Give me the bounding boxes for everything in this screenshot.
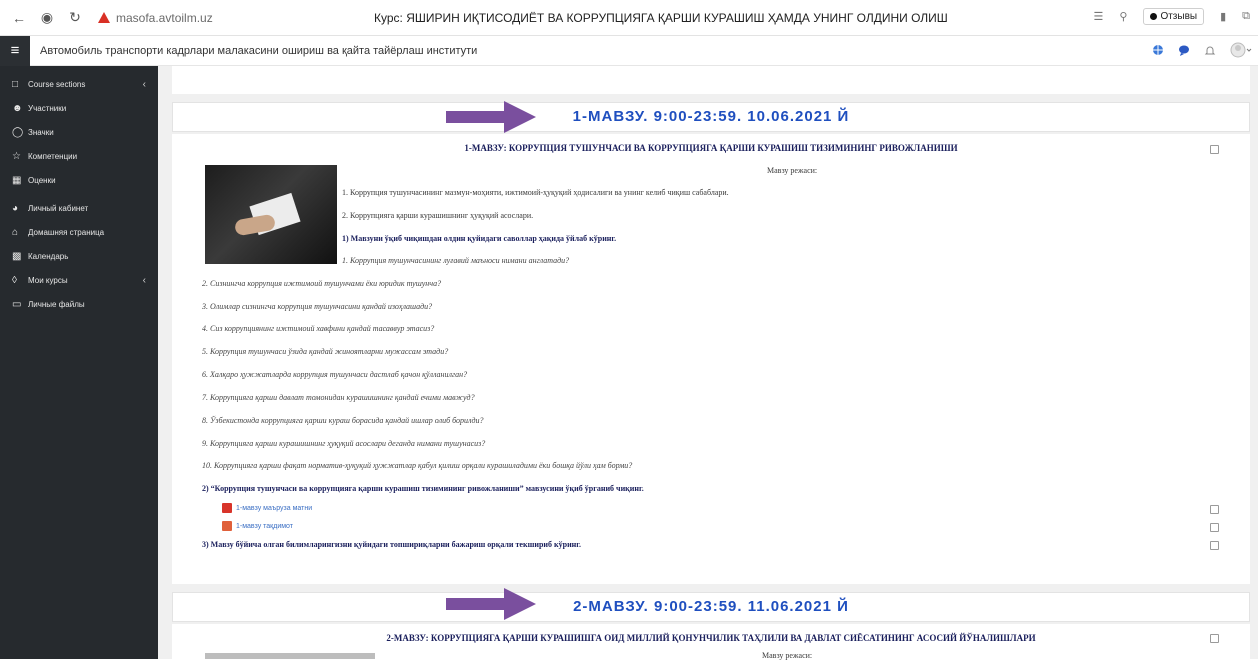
sidebar-item-calendar[interactable]: ▩ Календарь xyxy=(0,244,158,268)
sidebar: □ Course sections ‹ ☻ Участники ◯ Значки ☆ Ко… xyxy=(0,66,158,659)
star-icon: ☆ xyxy=(12,150,21,162)
sidebar-item-competencies[interactable]: ☆ Компетенции xyxy=(0,144,158,168)
page-title: Курс: ЯШИРИН ИҚТИСОДИЁТ ВА КОРРУПЦИЯГА Қ… xyxy=(374,11,948,25)
courses-icon: ◊ xyxy=(12,274,17,286)
pdf-icon xyxy=(222,503,232,513)
globe-icon[interactable] xyxy=(1152,44,1164,56)
folder-icon: □ xyxy=(12,78,19,90)
sidebar-item-private-files[interactable]: ▭ Личные файлы xyxy=(0,292,158,316)
topic1-question: 5. Коррупция тушунчаси ўзида қандай жино… xyxy=(202,347,449,356)
sidebar-item-label: Компетенции xyxy=(28,151,78,161)
sidebar-item-label: Участники xyxy=(28,103,67,113)
section-top-spacer xyxy=(172,66,1250,94)
topic1-plan-item: 2. Коррупцияга қарши курашишнинг ҳуқуқий… xyxy=(342,211,534,220)
home-icon: ⌂ xyxy=(12,226,19,238)
topic1-plan-label: Мавзу режаси: xyxy=(767,166,818,175)
topic2-header: 2-МАВЗУ. 9:00-23:59. 11.06.2021 Й xyxy=(172,592,1250,622)
sidebar-item-dashboard[interactable]: ◕ Личный кабинет xyxy=(0,196,158,220)
topic2-image-top xyxy=(205,653,375,659)
site-name[interactable]: Автомобиль транспорти кадрлари малакасин… xyxy=(40,45,477,57)
topic1-questions-heading: 1) Мавзуни ўқиб чиқишдан олдин қуйидаги … xyxy=(342,234,617,243)
browser-toolbar: ← ◉ ↻ masofa.avtoilm.uz Курс: ЯШИРИН ИҚТ… xyxy=(0,0,1258,36)
chevron-left-icon: ‹ xyxy=(142,78,146,90)
sidebar-item-label: Оценки xyxy=(28,175,56,185)
feedback-label: Отзывы xyxy=(1160,11,1198,22)
app-header: ≡ Автомобиль транспорти кадрлари малакас… xyxy=(0,35,1258,66)
sidebar-item-label: Мои курсы xyxy=(28,275,68,285)
calendar-icon: ▩ xyxy=(12,250,22,262)
sidebar-item-label: Значки xyxy=(28,127,54,137)
sidebar-item-label: Личный кабинет xyxy=(28,203,89,213)
topic1-title: 1-МАВЗУ: КОРРУПЦИЯ ТУШУНЧАСИ ВА КОРРУПЦИ… xyxy=(464,143,958,153)
completion-checkbox[interactable] xyxy=(1210,505,1219,514)
arrow-right-icon xyxy=(446,101,536,133)
topic1-section: 1-МАВЗУ: КОРРУПЦИЯ ТУШУНЧАСИ ВА КОРРУПЦИ… xyxy=(172,134,1250,584)
topic2-title: 2-МАВЗУ: КОРРУПЦИЯГА ҚАРШИ КУРАШИШГА ОИД… xyxy=(386,633,1036,643)
resource-label: 1-мавзу тақдимот xyxy=(236,522,293,530)
sidebar-item-course-sections[interactable]: □ Course sections ‹ xyxy=(0,72,158,96)
sidebar-item-participants[interactable]: ☻ Участники xyxy=(0,96,158,120)
resource-presentation-link[interactable]: 1-мавзу тақдимот xyxy=(222,521,293,531)
topic1-photo xyxy=(205,165,337,264)
sidebar-item-grades[interactable]: ▦ Оценки xyxy=(0,168,158,192)
completion-checkbox[interactable] xyxy=(1210,541,1219,550)
users-icon: ☻ xyxy=(12,102,23,114)
sidebar-item-home[interactable]: ⌂ Домашняя страница xyxy=(0,220,158,244)
topic2-header-text: 2-МАВЗУ. 9:00-23:59. 11.06.2021 Й xyxy=(573,598,849,615)
files-icon: ▭ xyxy=(12,298,22,310)
course-content: 1-МАВЗУ. 9:00-23:59. 10.06.2021 Й 1-МАВЗ… xyxy=(158,66,1258,660)
topic1-question: 1. Коррупция тушунчасининг луғавий маъно… xyxy=(342,256,570,265)
sidebar-item-label: Домашняя страница xyxy=(28,227,105,237)
topic1-question: 4. Сиз коррупциянинг ижтимоий хавфини қа… xyxy=(202,324,435,333)
feedback-button[interactable]: Отзывы xyxy=(1143,8,1205,25)
grades-icon: ▦ xyxy=(12,174,22,186)
feedback-dot-icon xyxy=(1150,13,1158,20)
topic1-question: 10. Коррупцияга қарши фақат норматив-ҳуқ… xyxy=(202,461,633,470)
sidebar-item-label: Личные файлы xyxy=(28,299,85,309)
sidebar-item-my-courses[interactable]: ◊ Мои курсы ‹ xyxy=(0,268,158,292)
topic2-section: 2-МАВЗУ: КОРРУПЦИЯГА ҚАРШИ КУРАШИШГА ОИД… xyxy=(172,624,1250,660)
completion-checkbox[interactable] xyxy=(1210,634,1219,643)
menu-toggle-icon[interactable]: ≡ xyxy=(0,35,30,66)
topic1-question: 2. Сизнингча коррупция ижтимоий тушунчам… xyxy=(202,279,442,288)
bookmark-icon[interactable]: ▮ xyxy=(1220,10,1226,23)
resource-label: 1-мавзу маъруза матни xyxy=(236,504,313,512)
sidebar-item-label: Course sections xyxy=(28,79,86,89)
search-icon[interactable]: ⚲ xyxy=(1119,10,1127,23)
photo-hand xyxy=(233,213,277,237)
translate-icon[interactable]: ☰ xyxy=(1094,10,1104,23)
topic1-question: 9. Коррупцияга қарши курашишнинг ҳуқуқий… xyxy=(202,439,486,448)
topic1-question: 8. Ўзбекистонда коррупцияга қарши кураш … xyxy=(202,416,484,425)
topic1-study-heading: 2) “Коррупция тушунчаси ва коррупцияга қ… xyxy=(202,484,644,493)
presentation-icon xyxy=(222,521,232,531)
badge-icon: ◯ xyxy=(12,126,24,138)
arrow-right-icon xyxy=(446,588,536,620)
dashboard-icon: ◕ xyxy=(12,202,19,214)
topic1-question: 7. Коррупцияга қарши давлат томонидан ку… xyxy=(202,393,475,402)
reload-icon[interactable]: ↻ xyxy=(68,9,82,26)
chat-icon[interactable] xyxy=(1178,44,1190,56)
sidebar-item-badges[interactable]: ◯ Значки xyxy=(0,120,158,144)
back-icon[interactable]: ← xyxy=(12,10,26,26)
bell-icon[interactable] xyxy=(1204,44,1216,56)
completion-checkbox[interactable] xyxy=(1210,145,1219,154)
topic1-question: 6. Халқаро ҳужжатларда коррупция тушунча… xyxy=(202,370,468,379)
avatar[interactable] xyxy=(1230,42,1252,58)
completion-checkbox[interactable] xyxy=(1210,523,1219,532)
topic1-header-text: 1-МАВЗУ. 9:00-23:59. 10.06.2021 Й xyxy=(572,108,850,125)
url-text: masofa.avtoilm.uz xyxy=(116,10,213,25)
topic1-check-heading: 3) Мавзу бўйича олган билимларингизни қу… xyxy=(202,540,582,549)
collections-icon[interactable]: ⧉ xyxy=(1242,10,1250,23)
address-bar[interactable]: masofa.avtoilm.uz xyxy=(98,11,213,25)
topic1-plan-item: 1. Коррупция тушунчасининг мазмун-моҳият… xyxy=(342,188,729,197)
topic1-question: 3. Олимлар сизнингча коррупция тушунчаси… xyxy=(202,302,433,311)
shield-icon[interactable]: ◉ xyxy=(40,9,54,26)
topic1-header: 1-МАВЗУ. 9:00-23:59. 10.06.2021 Й xyxy=(172,102,1250,132)
resource-lecture-link[interactable]: 1-мавзу маъруза матни xyxy=(222,503,312,513)
warning-icon xyxy=(98,12,110,23)
sidebar-item-label: Календарь xyxy=(28,251,69,261)
chevron-left-icon: ‹ xyxy=(142,274,146,286)
